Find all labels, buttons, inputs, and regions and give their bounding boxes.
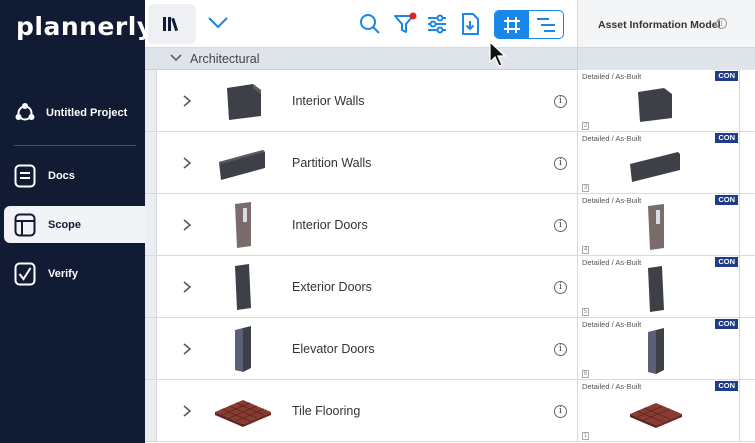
exterior-door-thumbnail	[648, 266, 664, 312]
info-icon[interactable]: i	[554, 343, 567, 356]
grid-view-icon	[504, 16, 520, 33]
view-toggle	[494, 10, 564, 39]
table-row[interactable]: Interior Walls i Detailed / As-Built CON…	[145, 70, 755, 132]
partition-wall-thumbnail	[219, 150, 265, 180]
elevator-door-thumbnail	[235, 326, 251, 372]
table-row[interactable]: Exterior Doors i Detailed / As-Built CON…	[145, 256, 755, 318]
chevron-right-icon[interactable]	[182, 156, 192, 170]
aim-column-header: Asset Information Model i	[577, 0, 755, 48]
interior-wall-thumbnail	[227, 84, 261, 120]
row-name: Exterior Doors	[292, 280, 372, 294]
export-icon[interactable]	[458, 12, 482, 36]
table-row[interactable]: Elevator Doors i Detailed / As-Built CON…	[145, 318, 755, 380]
info-icon[interactable]: i	[554, 95, 567, 108]
aim-cell[interactable]: Detailed / As-Built CON 3	[577, 132, 740, 194]
partition-wall-thumbnail	[630, 152, 680, 182]
list-view-button[interactable]	[529, 11, 563, 38]
sidebar-item-label: Verify	[48, 267, 78, 280]
status-badge: CON	[715, 257, 738, 267]
aim-group-cell	[577, 48, 755, 70]
info-icon[interactable]: i	[554, 157, 567, 170]
row-name: Partition Walls	[292, 156, 372, 170]
table-row[interactable]: Partition Walls i Detailed / As-Built CO…	[145, 132, 755, 194]
row-name: Tile Flooring	[292, 404, 361, 418]
info-icon[interactable]: i	[554, 219, 567, 232]
toolbar	[145, 0, 577, 48]
aim-cell[interactable]: Detailed / As-Built CON 6	[577, 318, 740, 380]
project-selector[interactable]: Untitled Project	[14, 102, 127, 124]
sidebar-item-label: Scope	[48, 218, 82, 231]
interior-door-thumbnail	[648, 204, 664, 250]
interior-wall-thumbnail	[638, 88, 672, 122]
sidebar-divider	[14, 145, 136, 146]
chevron-right-icon[interactable]	[182, 218, 192, 232]
info-icon[interactable]: i	[554, 405, 567, 418]
library-button[interactable]	[148, 4, 196, 44]
chevron-right-icon[interactable]	[182, 404, 192, 418]
tile-flooring-thumbnail	[630, 403, 682, 428]
elevator-door-thumbnail	[648, 328, 664, 374]
row-number: 4	[582, 246, 589, 254]
library-icon	[163, 17, 179, 32]
sidebar-item-docs[interactable]: Docs	[4, 157, 145, 194]
group-label: Architectural	[190, 52, 260, 66]
chevron-right-icon[interactable]	[182, 280, 192, 294]
project-icon	[15, 103, 35, 121]
row-name: Elevator Doors	[292, 342, 375, 356]
search-icon[interactable]	[358, 12, 382, 36]
row-name: Interior Walls	[292, 94, 365, 108]
table-row[interactable]: Tile Flooring i Detailed / As-Built CON …	[145, 380, 755, 442]
aim-cell[interactable]: Detailed / As-Built CON 5	[577, 256, 740, 318]
mouse-cursor-icon	[489, 40, 506, 67]
aim-cell[interactable]: Detailed / As-Built CON 2	[577, 70, 740, 132]
chevron-down-icon[interactable]	[207, 14, 229, 32]
main-panel: Asset Information Model i Architectural …	[145, 0, 755, 443]
status-badge: CON	[715, 381, 738, 391]
grid-view-button[interactable]	[495, 11, 529, 38]
info-icon[interactable]: i	[716, 18, 727, 29]
exterior-door-thumbnail	[235, 264, 251, 310]
scope-icon	[14, 213, 36, 236]
info-icon[interactable]: i	[554, 281, 567, 294]
chevron-right-icon[interactable]	[182, 342, 192, 356]
row-number: 3	[582, 184, 589, 192]
sidebar-item-scope[interactable]: Scope	[4, 206, 145, 243]
status-badge: CON	[715, 71, 738, 81]
status-badge: CON	[715, 195, 738, 205]
row-number: 6	[582, 370, 589, 378]
docs-icon	[14, 164, 36, 187]
sidebar-item-label: Docs	[48, 169, 75, 182]
project-name: Untitled Project	[46, 107, 128, 119]
row-name: Interior Doors	[292, 218, 368, 232]
sliders-icon[interactable]	[425, 12, 449, 36]
sidebar: plannerly Untitled Project Docs Scope Ve…	[0, 0, 153, 443]
chevron-right-icon[interactable]	[182, 94, 192, 108]
row-number: 1	[582, 432, 589, 440]
filter-icon[interactable]	[393, 12, 417, 36]
chevron-down-icon[interactable]	[169, 53, 183, 63]
sidebar-item-verify[interactable]: Verify	[4, 255, 145, 292]
verify-icon	[14, 262, 36, 285]
aim-cell[interactable]: Detailed / As-Built CON 4	[577, 194, 740, 256]
group-header[interactable]: Architectural	[145, 48, 755, 70]
list-view-icon	[537, 17, 555, 32]
row-number: 5	[582, 308, 589, 316]
row-number: 2	[582, 122, 589, 130]
aim-column-title: Asset Information Model	[598, 19, 721, 31]
interior-door-thumbnail	[235, 202, 251, 248]
status-badge: CON	[715, 319, 738, 329]
table-row[interactable]: Interior Doors i Detailed / As-Built CON…	[145, 194, 755, 256]
status-badge: CON	[715, 133, 738, 143]
tile-flooring-thumbnail	[215, 400, 271, 427]
app-logo[interactable]: plannerly	[16, 12, 154, 41]
aim-cell[interactable]: Detailed / As-Built CON 1	[577, 380, 740, 442]
